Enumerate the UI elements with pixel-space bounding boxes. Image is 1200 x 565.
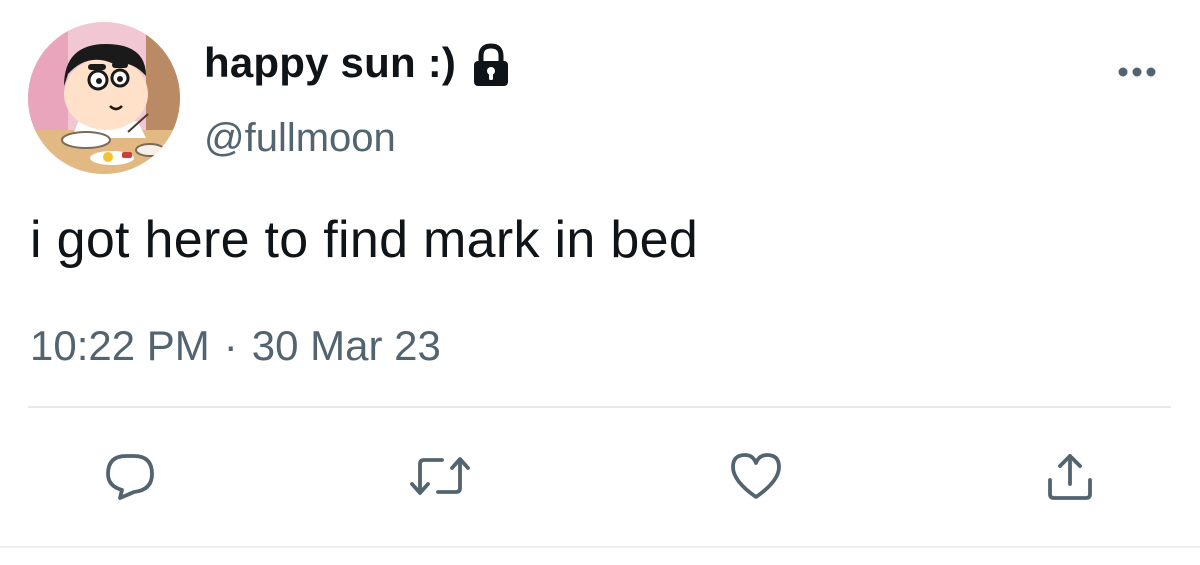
retweet-button[interactable] (408, 446, 472, 510)
retweet-icon (408, 448, 472, 509)
more-options-icon[interactable] (1112, 56, 1162, 88)
tweet-time: 10:22 PM (30, 322, 210, 369)
tweet-text: i got here to find mark in bed (30, 211, 699, 269)
meta-separator: · (223, 322, 238, 369)
avatar-illustration (28, 22, 180, 174)
heart-icon (727, 449, 785, 508)
like-button[interactable] (724, 446, 788, 510)
author-header: happy sun :) (204, 38, 514, 88)
tweet-date: 30 Mar 23 (251, 322, 441, 369)
avatar[interactable] (28, 22, 180, 174)
lock-icon (468, 42, 514, 88)
reply-icon (102, 448, 158, 509)
share-icon (1042, 448, 1098, 509)
bottom-divider (0, 546, 1200, 548)
reply-button[interactable] (98, 446, 162, 510)
display-name[interactable]: happy sun :) (204, 39, 456, 87)
user-handle[interactable]: @fullmoon (204, 116, 396, 161)
tweet-card: happy sun :) @fullmoon i got here to fin… (0, 0, 1200, 565)
divider (28, 406, 1171, 408)
tweet-timestamp[interactable]: 10:22 PM · 30 Mar 23 (30, 322, 441, 370)
action-bar (0, 446, 1200, 510)
share-button[interactable] (1038, 446, 1102, 510)
